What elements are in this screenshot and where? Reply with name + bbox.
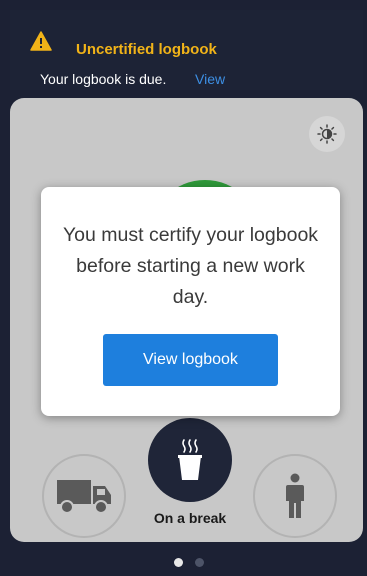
certify-modal: You must certify your logbook before sta… [41,187,340,416]
banner-title: Uncertified logbook [76,41,217,58]
off-duty-status-button[interactable] [253,454,337,538]
uncertified-banner: Uncertified logbook Your logbook is due.… [10,10,363,90]
view-link[interactable]: View [195,71,225,87]
truck-icon [57,480,111,514]
bottom-bar [0,548,367,576]
warning-icon [30,31,52,51]
page-indicator-inactive[interactable] [195,558,204,567]
view-logbook-button[interactable]: View logbook [103,334,278,386]
brightness-button[interactable] [309,116,345,152]
person-icon [286,473,304,518]
banner-message: Your logbook is due. [40,71,167,87]
coffee-cup-icon [178,439,202,480]
driving-status-button[interactable] [42,454,126,538]
page-indicator-active[interactable] [174,558,183,567]
modal-message: You must certify your logbook before sta… [62,224,319,308]
brightness-icon [317,124,337,144]
break-status-button[interactable] [148,418,232,502]
current-status-label: On a break [153,510,227,526]
